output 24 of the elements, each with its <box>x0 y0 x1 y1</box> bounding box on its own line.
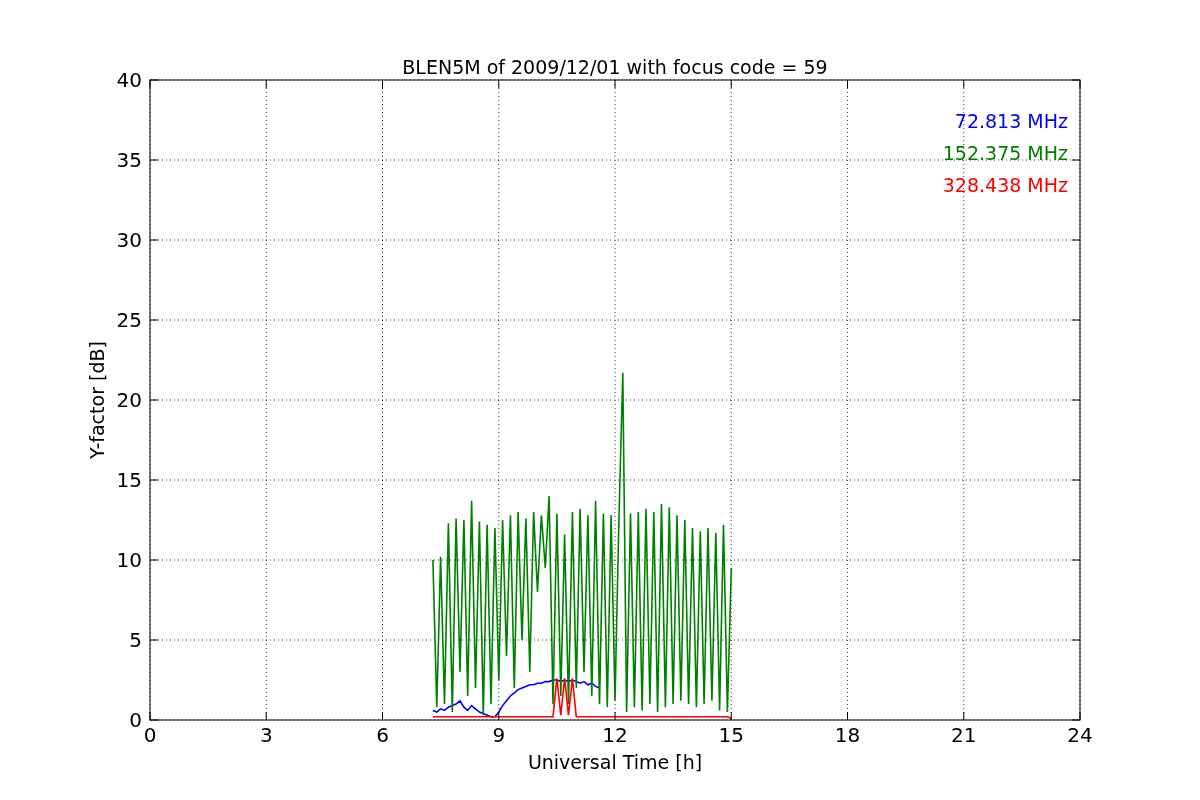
tick-label: 35 <box>116 148 142 172</box>
tick-label: 0 <box>143 723 157 747</box>
legend-label: 72.813 MHz <box>954 110 1068 132</box>
tick-label: 0 <box>129 708 142 732</box>
tick-label: 3 <box>259 723 273 747</box>
tick-label: 15 <box>116 468 142 492</box>
tick-label: 30 <box>116 228 142 252</box>
tick-label: 24 <box>1067 723 1093 747</box>
legend-label: 152.375 MHz <box>942 142 1068 164</box>
tick-label: 18 <box>834 723 861 747</box>
tick-label: 10 <box>116 548 142 572</box>
chart-title: BLEN5M of 2009/12/01 with focus code = 59 <box>402 56 828 78</box>
tick-label: 15 <box>718 723 744 747</box>
tick-label: 9 <box>492 723 506 747</box>
legend-label: 328.438 MHz <box>942 174 1068 196</box>
tick-label: 5 <box>129 628 142 652</box>
tick-label: 40 <box>116 68 142 92</box>
tick-label: 6 <box>376 723 389 747</box>
tick-label: 21 <box>951 723 977 747</box>
axis-label: Y-factor [dB] <box>86 341 108 459</box>
axis-label: Universal Time [h] <box>527 751 703 773</box>
tick-label: 25 <box>116 308 142 332</box>
tick-label: 20 <box>116 388 142 412</box>
tick-label: 12 <box>602 723 628 747</box>
